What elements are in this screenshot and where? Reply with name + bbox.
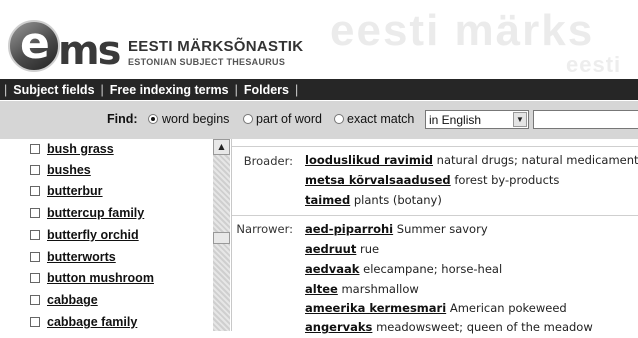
broader-label: Broader: (243, 154, 293, 168)
term-checkbox[interactable] (30, 317, 40, 327)
narrower-term-translation: meadowsweet; queen of the meadow (376, 320, 593, 334)
list-item: buttercup family (30, 203, 144, 223)
find-bar: Find: word begins part of word exact mat… (0, 101, 638, 139)
site-logo[interactable]: e ms (8, 18, 124, 76)
broader-term-link[interactable]: taimed (305, 193, 350, 207)
term-link[interactable]: buttercup family (47, 206, 144, 220)
narrower-term-translation: marshmallow (341, 282, 419, 296)
nav-free-indexing-terms[interactable]: Free indexing terms (110, 83, 229, 97)
narrower-term: aed-piparrohi Summer savory (305, 222, 488, 240)
term-link[interactable]: cabbage family (47, 315, 137, 329)
narrower-term: angervaks meadowsweet; queen of the mead… (305, 320, 593, 338)
scroll-thumb[interactable] (213, 232, 230, 244)
nav-subject-fields[interactable]: Subject fields (13, 83, 94, 97)
narrower-term: altee marshmallow (305, 282, 419, 300)
nav-separator: | (100, 82, 104, 97)
brand-title: EESTI MÄRKSÕNASTIK (128, 38, 304, 55)
nav-separator: | (4, 82, 8, 97)
broader-term-link[interactable]: metsa kõrvalsaadused (305, 173, 451, 187)
term-checkbox[interactable] (30, 208, 40, 218)
radio-word-begins-label[interactable]: word begins (162, 112, 229, 126)
narrower-term-link[interactable]: altee (305, 282, 338, 296)
narrower-term-translation: elecampane; horse-heal (363, 262, 503, 276)
narrower-term-link[interactable]: aedvaak (305, 262, 359, 276)
term-list-scrollbar[interactable]: ▲ (213, 139, 230, 331)
narrower-term-link[interactable]: ameerika kermesmari (305, 301, 446, 315)
header-watermark-secondary: eesti (566, 52, 622, 77)
broader-term: metsa kõrvalsaadused forest by-products (305, 173, 559, 191)
list-item: bush grass (30, 139, 114, 159)
narrower-term-translation: rue (360, 242, 380, 256)
narrower-term-translation: American pokeweed (449, 301, 567, 315)
term-checkbox[interactable] (30, 186, 40, 196)
term-checkbox[interactable] (30, 230, 40, 240)
radio-part-of-word-label[interactable]: part of word (256, 112, 322, 126)
site-header: eesti märks eesti e ms EESTI MÄRKSÕNASTI… (0, 0, 638, 78)
term-checkbox[interactable] (30, 252, 40, 262)
term-link[interactable]: butterfly orchid (47, 228, 139, 242)
narrower-term-translation: Summer savory (396, 222, 488, 236)
find-label: Find: (107, 112, 138, 126)
pane-divider (231, 139, 232, 331)
logo-letter-e: e (20, 18, 50, 69)
term-checkbox[interactable] (30, 273, 40, 283)
term-link[interactable]: cabbage (47, 293, 98, 307)
broader-term: taimed plants (botany) (305, 193, 442, 211)
term-checkbox[interactable] (30, 165, 40, 175)
term-link[interactable]: button mushroom (47, 271, 154, 285)
broader-term-translation: plants (botany) (353, 193, 442, 207)
main-nav: | Subject fields | Free indexing terms |… (0, 79, 638, 100)
term-link[interactable]: butterworts (47, 250, 116, 264)
dropdown-arrow-icon[interactable]: ▼ (513, 112, 527, 127)
narrower-term-link[interactable]: aedruut (305, 242, 356, 256)
term-list: bush grass bushes butterbur buttercup fa… (0, 139, 212, 331)
list-item: butterworts (30, 247, 116, 267)
language-select[interactable]: in English ▼ (425, 110, 529, 129)
relations-divider (232, 215, 638, 216)
term-link[interactable]: bushes (47, 163, 91, 177)
narrower-term-link[interactable]: angervaks (305, 320, 372, 334)
radio-exact-match[interactable] (334, 114, 344, 124)
search-input[interactable] (533, 110, 638, 129)
header-watermark: eesti märks (330, 6, 595, 55)
nav-separator: | (234, 82, 238, 97)
broader-term-translation: forest by-products (454, 173, 560, 187)
term-link[interactable]: butterbur (47, 184, 103, 198)
term-link[interactable]: bush grass (47, 142, 114, 156)
radio-word-begins[interactable] (148, 114, 158, 124)
nav-separator: | (294, 82, 299, 97)
scroll-up-arrow-icon[interactable]: ▲ (213, 139, 230, 155)
broader-term-link[interactable]: looduslikud ravimid (305, 153, 433, 167)
list-item: cabbage (30, 290, 98, 310)
relations-divider (232, 146, 638, 147)
list-item: butterbur (30, 181, 103, 201)
narrower-term: ameerika kermesmari American pokeweed (305, 301, 567, 319)
list-item: cabbage family (30, 312, 137, 331)
narrower-term: aedvaak elecampane; horse-heal (305, 262, 502, 280)
list-item: bushes (30, 160, 91, 180)
radio-part-of-word[interactable] (243, 114, 253, 124)
language-select-value: in English (429, 113, 482, 127)
list-item: button mushroom (30, 268, 154, 288)
term-checkbox[interactable] (30, 295, 40, 305)
narrower-term-link[interactable]: aed-piparrohi (305, 222, 393, 236)
narrower-term: aedruut rue (305, 242, 379, 260)
nav-folders[interactable]: Folders (244, 83, 289, 97)
list-item: butterfly orchid (30, 225, 139, 245)
narrower-label: Narrower: (236, 222, 293, 236)
brand-subtitle: ESTONIAN SUBJECT THESAURUS (128, 57, 286, 67)
term-checkbox[interactable] (30, 144, 40, 154)
broader-term: looduslikud ravimid natural drugs; natur… (305, 153, 638, 171)
logo-letters-ms: ms (58, 28, 121, 74)
broader-term-translation: natural drugs; natural medicaments (436, 153, 638, 167)
radio-exact-match-label[interactable]: exact match (347, 112, 414, 126)
